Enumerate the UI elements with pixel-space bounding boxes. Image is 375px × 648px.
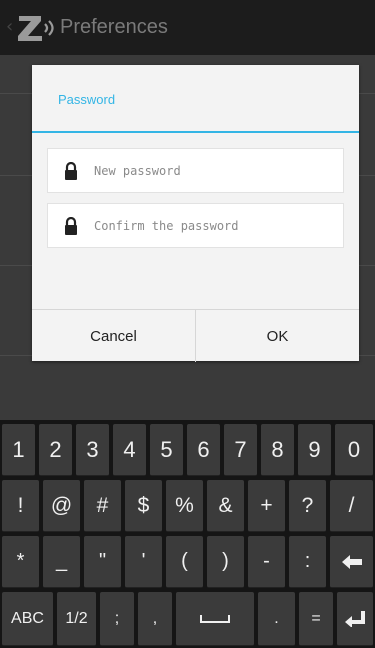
- key-page-toggle[interactable]: 1/2: [57, 592, 96, 646]
- key-abc[interactable]: ABC: [2, 592, 53, 646]
- key-plus[interactable]: +: [248, 480, 285, 532]
- lock-icon: [65, 217, 77, 235]
- key-comma[interactable]: ,: [138, 592, 172, 646]
- key-2[interactable]: 2: [39, 424, 72, 476]
- space-icon: [200, 614, 230, 623]
- dialog-button-bar: Cancel OK: [32, 309, 359, 362]
- key-4[interactable]: 4: [113, 424, 146, 476]
- enter-icon: [345, 610, 365, 627]
- key-minus[interactable]: -: [248, 536, 285, 588]
- key-percent[interactable]: %: [166, 480, 203, 532]
- key-at[interactable]: @: [43, 480, 80, 532]
- key-double-quote[interactable]: ": [84, 536, 121, 588]
- action-bar: ‹ Preferences: [0, 0, 375, 55]
- key-equals[interactable]: =: [299, 592, 333, 646]
- key-6[interactable]: 6: [187, 424, 220, 476]
- key-question[interactable]: ?: [289, 480, 326, 532]
- back-chevron-icon[interactable]: ‹: [6, 17, 13, 37]
- key-single-quote[interactable]: ': [125, 536, 162, 588]
- key-slash[interactable]: /: [330, 480, 373, 532]
- new-password-input[interactable]: [94, 159, 334, 183]
- cancel-button[interactable]: Cancel: [32, 310, 196, 362]
- ok-button[interactable]: OK: [196, 310, 359, 362]
- backspace-icon: [341, 554, 362, 569]
- key-close-paren[interactable]: ): [207, 536, 244, 588]
- key-exclamation[interactable]: !: [2, 480, 39, 532]
- confirm-password-input[interactable]: [94, 214, 334, 238]
- enter-key[interactable]: [337, 592, 373, 646]
- key-3[interactable]: 3: [76, 424, 109, 476]
- key-semicolon[interactable]: ;: [100, 592, 134, 646]
- title-divider: [32, 131, 359, 133]
- key-0[interactable]: 0: [335, 424, 373, 476]
- password-dialog: Password Cancel OK: [32, 65, 359, 362]
- confirm-password-field[interactable]: [47, 203, 344, 248]
- screen-title: Preferences: [60, 16, 168, 38]
- key-dollar[interactable]: $: [125, 480, 162, 532]
- dialog-title: Password: [58, 92, 116, 107]
- key-ampersand[interactable]: &: [207, 480, 244, 532]
- key-asterisk[interactable]: *: [2, 536, 39, 588]
- z-logo-icon[interactable]: [16, 12, 56, 44]
- space-key[interactable]: [176, 592, 254, 646]
- soft-keyboard: 1 2 3 4 5 6 7 8 9 0 ! @ # $ % & + ? / * …: [0, 420, 375, 648]
- key-open-paren[interactable]: (: [166, 536, 203, 588]
- key-7[interactable]: 7: [224, 424, 257, 476]
- key-hash[interactable]: #: [84, 480, 121, 532]
- lock-icon: [65, 162, 77, 180]
- key-1[interactable]: 1: [2, 424, 35, 476]
- new-password-field[interactable]: [47, 148, 344, 193]
- key-9[interactable]: 9: [298, 424, 331, 476]
- key-underscore[interactable]: _: [43, 536, 80, 588]
- key-5[interactable]: 5: [150, 424, 183, 476]
- key-colon[interactable]: :: [289, 536, 326, 588]
- key-period[interactable]: .: [258, 592, 295, 646]
- key-8[interactable]: 8: [261, 424, 294, 476]
- backspace-key[interactable]: [330, 536, 373, 588]
